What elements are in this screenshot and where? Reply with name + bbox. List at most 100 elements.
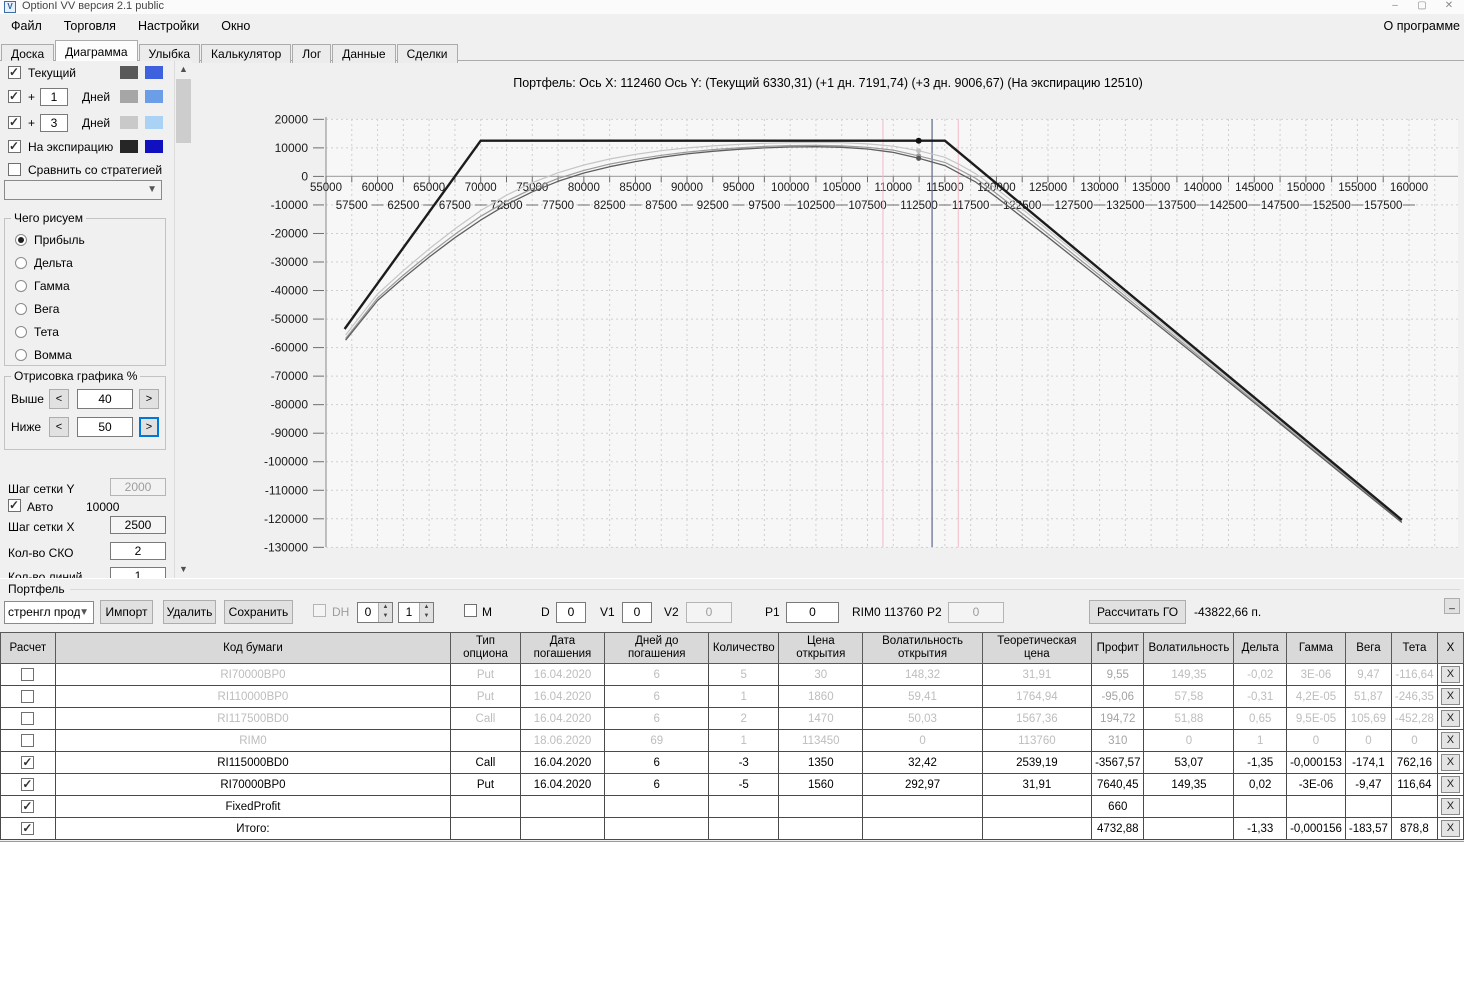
row-calc-cell[interactable] (0, 773, 56, 796)
v1-field[interactable]: 0 (622, 602, 652, 623)
d-field[interactable]: 0 (556, 602, 586, 623)
radio-row-Вомма[interactable]: Вомма (15, 347, 72, 362)
legend-checkbox-0[interactable] (8, 65, 21, 79)
below-decrement-button[interactable]: < (49, 417, 69, 437)
row-calc-cell[interactable] (0, 817, 56, 840)
column-header-15[interactable]: X (1436, 632, 1464, 664)
row-checkbox[interactable] (21, 690, 35, 703)
radio-icon[interactable] (15, 256, 27, 269)
column-header-4[interactable]: Дней до погашения (604, 632, 710, 664)
column-header-14[interactable]: Тета (1390, 632, 1438, 664)
row-delete-button[interactable]: X (1440, 710, 1460, 727)
column-header-13[interactable]: Вега (1344, 632, 1392, 664)
save-button[interactable]: Сохранить (224, 600, 293, 624)
legend-checkbox-1[interactable] (8, 89, 21, 103)
scroll-up-icon[interactable]: ▲ (175, 61, 192, 78)
row-calc-cell[interactable] (0, 729, 56, 752)
row-checkbox[interactable] (21, 755, 35, 769)
column-header-7[interactable]: Волатильность открытия (862, 632, 983, 664)
m-checkbox[interactable] (464, 604, 477, 617)
row-delete-button[interactable]: X (1440, 754, 1460, 771)
menu-item-2[interactable]: Настройки (127, 14, 210, 38)
menu-item-about[interactable]: О программе (1384, 19, 1460, 33)
row-checkbox[interactable] (21, 712, 35, 725)
profit-chart[interactable]: -130000-120000-110000-100000-90000-80000… (192, 61, 1464, 578)
cell-6-11 (1286, 795, 1346, 818)
row-calc-cell[interactable] (0, 663, 56, 686)
radio-row-Тета[interactable]: Тета (15, 324, 59, 339)
row-checkbox[interactable] (21, 734, 35, 747)
minimize-icon[interactable]: – (1382, 0, 1408, 13)
delete-button[interactable]: Удалить (163, 600, 216, 624)
row-calc-cell[interactable] (0, 707, 56, 730)
collapse-button[interactable]: _ (1444, 598, 1460, 614)
menu-item-0[interactable]: Файл (0, 14, 53, 38)
strategy-combobox[interactable]: ▼ (4, 180, 162, 200)
above-input[interactable] (77, 389, 133, 409)
radio-icon[interactable] (15, 348, 27, 361)
radio-row-Дельта[interactable]: Дельта (15, 255, 73, 270)
dh-spinner-1[interactable]: 0 ▲ ▼ (357, 602, 393, 623)
row-calc-cell[interactable] (0, 685, 56, 708)
legend-checkbox-3[interactable] (8, 139, 21, 153)
sko-count-input[interactable] (110, 542, 166, 560)
row-delete-button[interactable]: X (1440, 820, 1460, 837)
column-header-10[interactable]: Волатильность (1143, 632, 1235, 664)
legend-days-input-1[interactable] (40, 88, 68, 106)
radio-icon[interactable] (15, 233, 27, 246)
row-delete-button[interactable]: X (1440, 666, 1460, 683)
legend-checkbox-2[interactable] (8, 115, 21, 129)
calc-margin-button[interactable]: Рассчитать ГО (1089, 600, 1186, 624)
below-input[interactable] (77, 417, 133, 437)
column-header-9[interactable]: Профит (1091, 632, 1145, 664)
radio-row-Гамма[interactable]: Гамма (15, 278, 70, 293)
column-header-2[interactable]: Тип опциона (450, 632, 521, 664)
column-header-5[interactable]: Количество (708, 632, 780, 664)
maximize-icon[interactable]: ▢ (1409, 0, 1435, 13)
above-increment-button[interactable]: > (139, 389, 159, 409)
row-delete-button[interactable]: X (1440, 732, 1460, 749)
lines-count-input[interactable] (110, 567, 166, 578)
row-delete-button[interactable]: X (1440, 688, 1460, 705)
portfolio-strategy-select[interactable]: стренгл прода ▼ (4, 601, 94, 624)
p1-field[interactable]: 0 (786, 602, 839, 623)
radio-row-Вега[interactable]: Вега (15, 301, 59, 316)
tab-Диаграмма[interactable]: Диаграмма (55, 40, 138, 61)
scroll-down-icon[interactable]: ▼ (175, 561, 192, 578)
radio-row-Прибыль[interactable]: Прибыль (15, 232, 85, 247)
column-header-6[interactable]: Цена открытия (778, 632, 864, 664)
radio-icon[interactable] (15, 302, 27, 315)
below-increment-button[interactable]: > (139, 417, 159, 437)
row-checkbox[interactable] (21, 821, 35, 835)
spinner-arrows-icon[interactable]: ▲ ▼ (378, 603, 392, 622)
dh-spinner-2[interactable]: 1 ▲ ▼ (398, 602, 434, 623)
radio-icon[interactable] (15, 325, 27, 338)
row-checkbox[interactable] (21, 668, 35, 681)
above-decrement-button[interactable]: < (49, 389, 69, 409)
sidebar-scrollbar[interactable]: ▲ ▼ (174, 61, 192, 578)
column-header-1[interactable]: Код бумаги (54, 632, 452, 664)
auto-checkbox[interactable] (8, 498, 21, 512)
radio-icon[interactable] (15, 279, 27, 292)
scrollbar-thumb[interactable] (176, 79, 191, 143)
menu-item-3[interactable]: Окно (210, 14, 261, 38)
import-button[interactable]: Импорт (100, 600, 153, 624)
compare-strategy-checkbox[interactable] (8, 163, 21, 176)
column-header-8[interactable]: Теоретическая цена (981, 632, 1093, 664)
close-icon[interactable]: ✕ (1436, 0, 1462, 13)
column-header-3[interactable]: Дата погашения (519, 632, 606, 664)
column-header-12[interactable]: Гамма (1286, 632, 1346, 664)
row-delete-button[interactable]: X (1440, 776, 1460, 793)
splitter[interactable] (0, 578, 1464, 582)
menu-item-1[interactable]: Торговля (53, 14, 127, 38)
row-checkbox[interactable] (21, 799, 35, 813)
column-header-0[interactable]: Расчет (0, 632, 56, 664)
row-calc-cell[interactable] (0, 751, 56, 774)
row-calc-cell[interactable] (0, 795, 56, 818)
row-delete-button[interactable]: X (1440, 798, 1460, 815)
row-checkbox[interactable] (21, 777, 35, 791)
column-header-11[interactable]: Дельта (1233, 632, 1288, 664)
legend-days-input-2[interactable] (40, 114, 68, 132)
spinner-arrows-icon[interactable]: ▲ ▼ (419, 603, 433, 622)
grid-step-x-input[interactable] (110, 516, 166, 534)
